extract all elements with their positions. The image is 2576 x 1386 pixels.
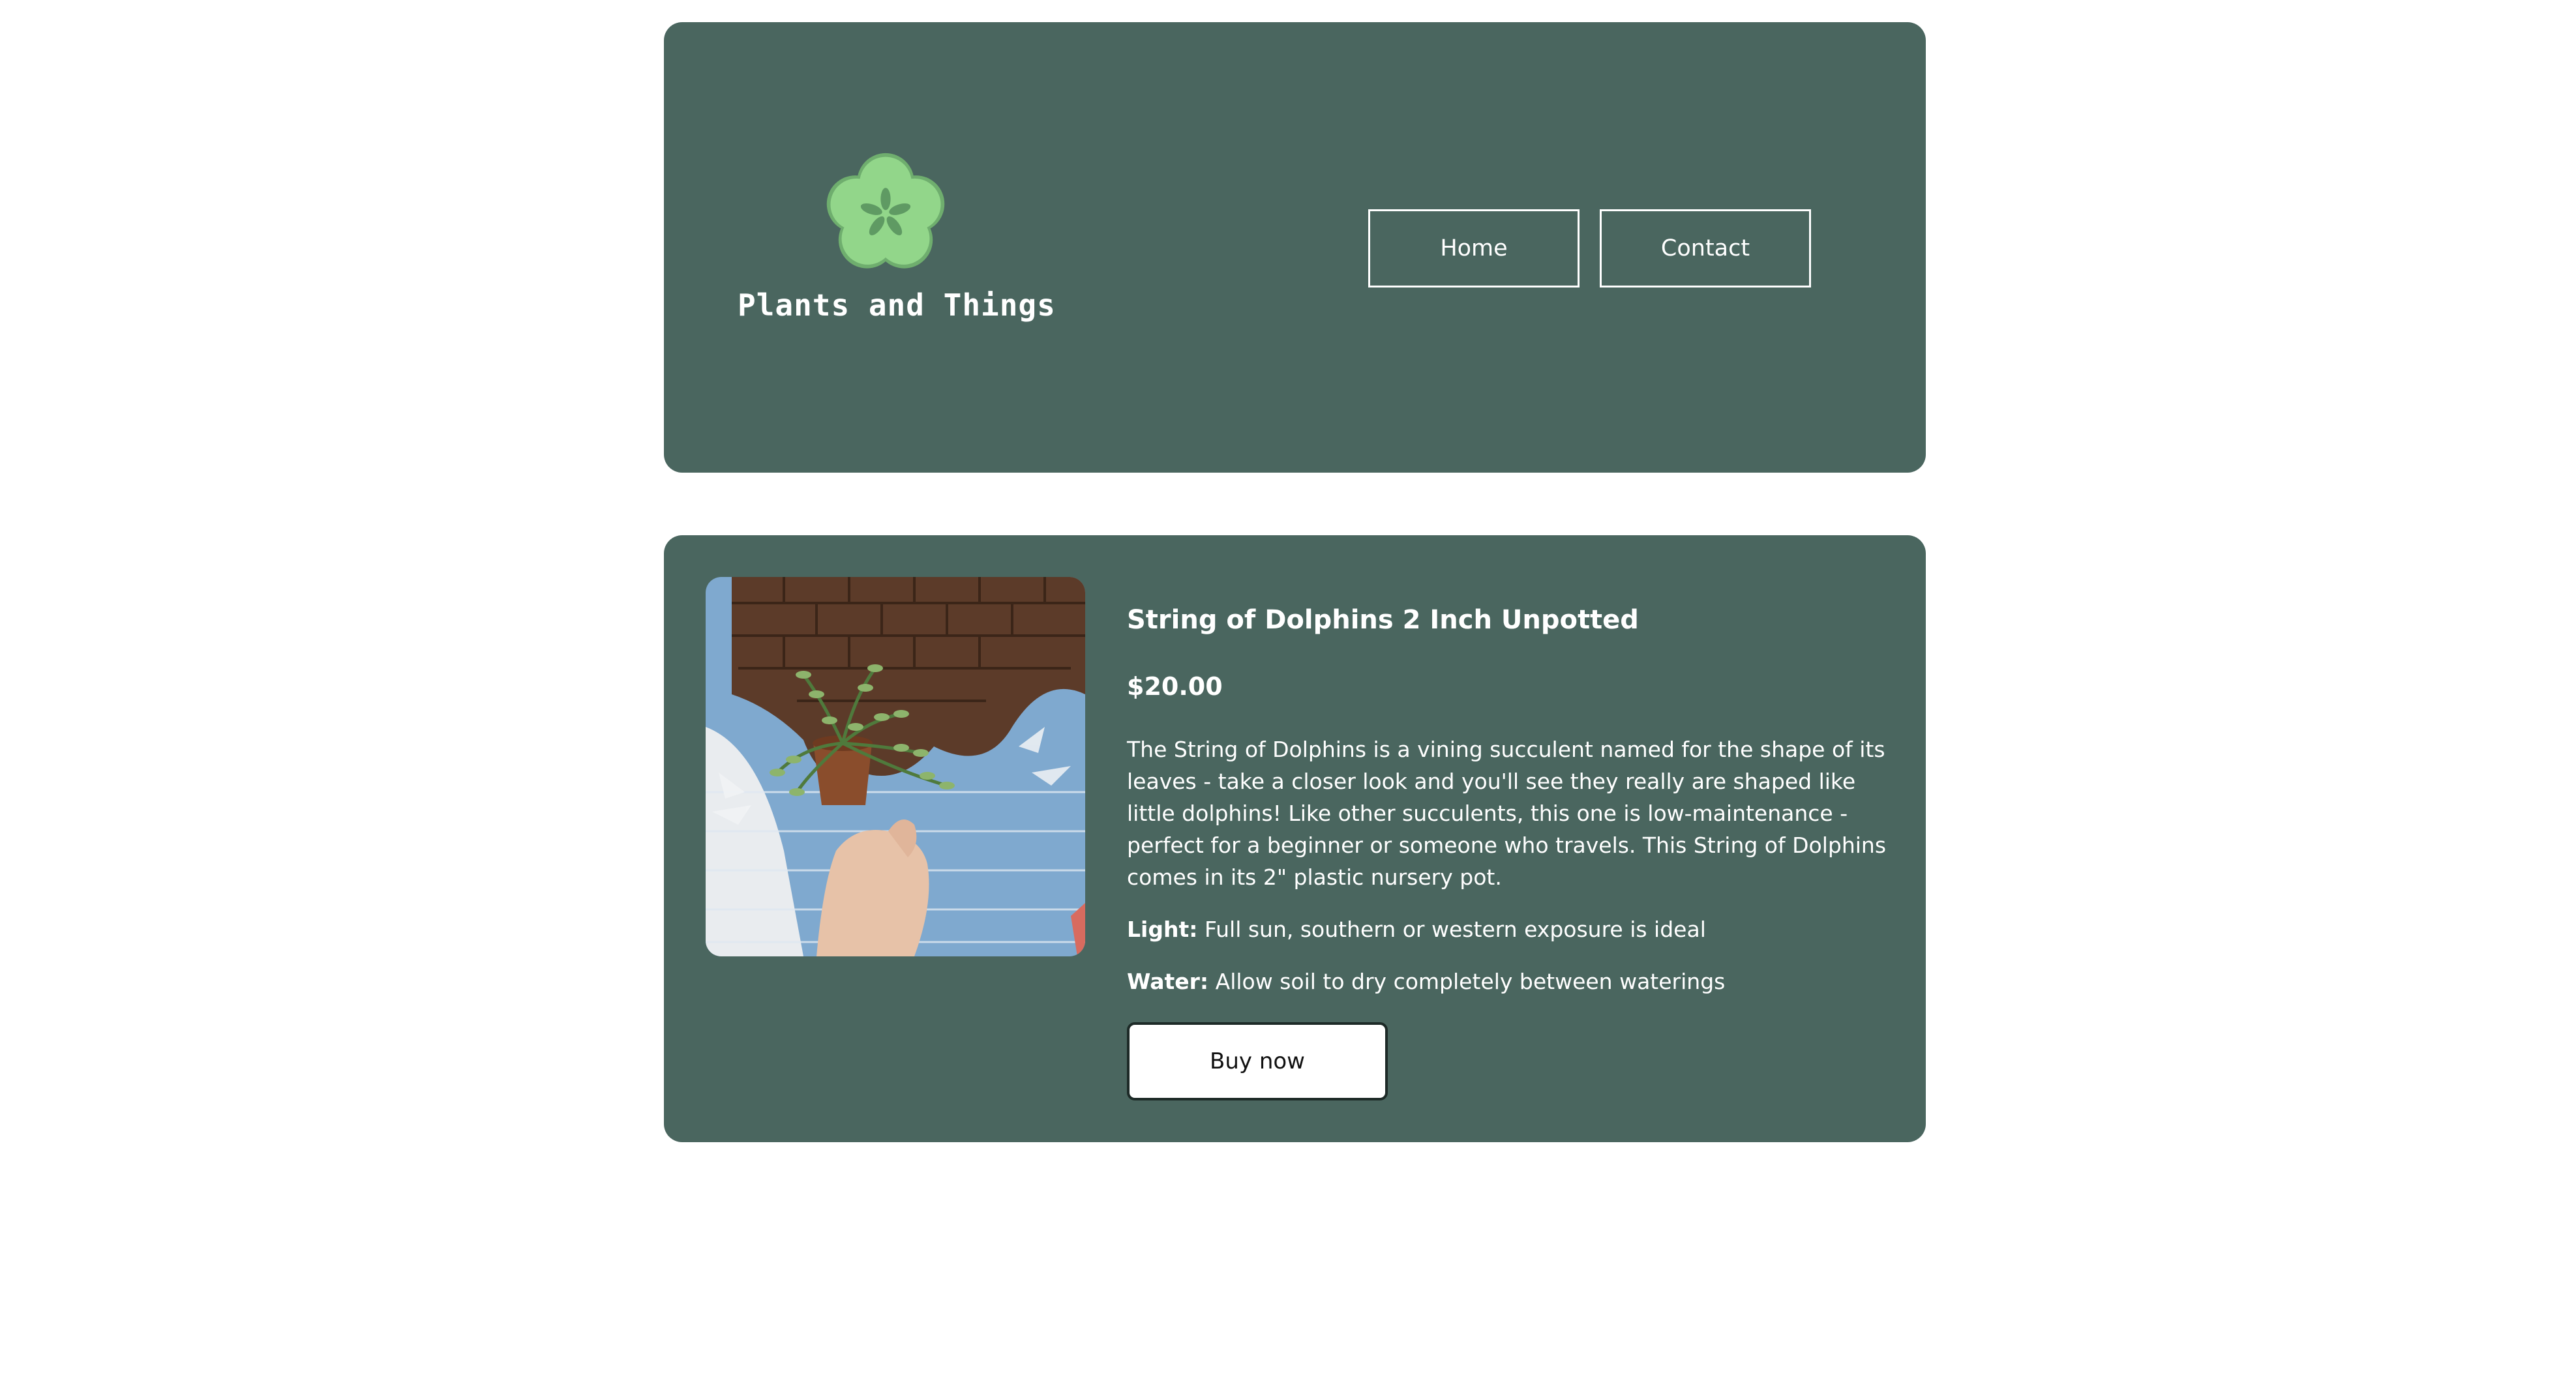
nav-contact-button[interactable]: Contact: [1600, 209, 1811, 288]
brand-name: Plants and Things: [738, 288, 1056, 323]
water-value: Allow soil to dry completely between wat…: [1215, 969, 1726, 994]
water-label: Water:: [1127, 969, 1209, 994]
light-value: Full sun, southern or western exposure i…: [1204, 917, 1706, 942]
flower-logo-icon: [826, 153, 945, 269]
light-label: Light:: [1127, 917, 1198, 942]
product-description: The String of Dolphins is a vining succu…: [1127, 737, 1887, 890]
buy-now-button[interactable]: Buy now: [1127, 1022, 1388, 1100]
water-info: Water: Allow soil to dry completely betw…: [1127, 966, 1890, 997]
site-header: Plants and Things Home Contact: [664, 22, 1926, 473]
product-photo: [706, 577, 1085, 956]
product-price: $20.00: [1127, 672, 1223, 701]
product-title: String of Dolphins 2 Inch Unpotted: [1127, 605, 1639, 635]
nav-home-button[interactable]: Home: [1368, 209, 1580, 288]
product-card: String of Dolphins 2 Inch Unpotted $20.0…: [664, 535, 1926, 1142]
light-info: Light: Full sun, southern or western exp…: [1127, 913, 1890, 945]
brand-logo[interactable]: Plants and Things: [738, 152, 1056, 323]
main-nav: Home Contact: [1368, 209, 1811, 288]
product-image: [706, 577, 1085, 956]
product-details: String of Dolphins 2 Inch Unpotted $20.0…: [1127, 600, 1890, 997]
